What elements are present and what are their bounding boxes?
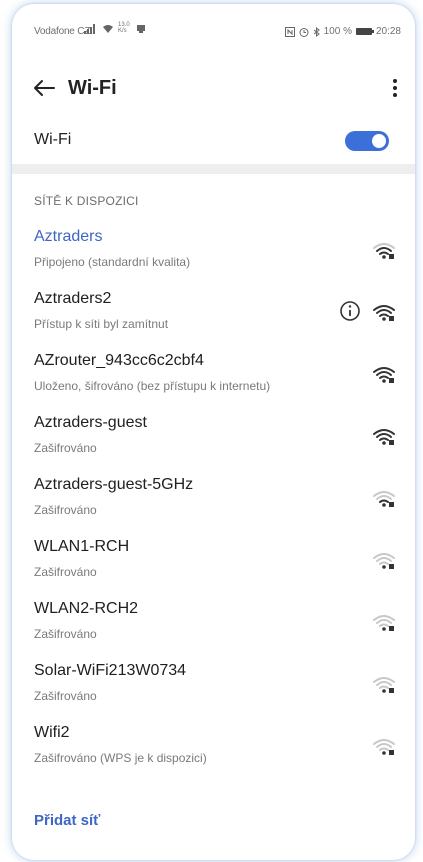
- network-item[interactable]: Solar-WiFi213W0734 Zašifrováno: [12, 656, 415, 718]
- wifi-signal-icon: [373, 428, 395, 446]
- network-item[interactable]: Aztraders-guest Zašifrováno: [12, 408, 415, 470]
- carrier-icons: 13.0 K/s: [84, 22, 146, 34]
- available-networks-header: SÍTĚ K DISPOZICI: [34, 194, 139, 208]
- wifi-signal-icon: [373, 676, 395, 694]
- clock: 20:28: [375, 26, 401, 37]
- alarm-icon: [299, 27, 309, 37]
- more-options-button[interactable]: [381, 68, 409, 108]
- wifi-status-icon: [103, 25, 113, 33]
- network-name: Aztraders-guest-5GHz: [34, 476, 194, 493]
- network-status: Připojeno (standardní kvalita): [34, 255, 191, 269]
- notification-icon: [137, 25, 145, 33]
- wifi-signal-icon: [373, 242, 395, 260]
- wifi-toggle-row[interactable]: Wi-Fi: [12, 116, 415, 164]
- network-name: Solar-WiFi213W0734: [34, 662, 187, 679]
- switch-knob: [372, 134, 386, 148]
- network-name: Aztraders2: [34, 290, 112, 307]
- status-bar: Vodafone CZ 13.0 K/s 100 % 20:28: [12, 4, 415, 60]
- network-item[interactable]: AZrouter_943cc6c2cbf4 Uloženo, šifrováno …: [12, 346, 415, 408]
- back-button[interactable]: [24, 68, 64, 108]
- bluetooth-icon: [313, 26, 320, 37]
- battery-icon: [355, 28, 374, 35]
- network-status: Zašifrováno: [34, 503, 97, 517]
- wifi-toggle-label: Wi-Fi: [34, 131, 72, 148]
- network-item[interactable]: Aztraders-guest-5GHz Zašifrováno: [12, 470, 415, 532]
- network-item[interactable]: WLAN2-RCH2 Zašifrováno: [12, 594, 415, 656]
- network-status: Zašifrováno: [34, 689, 97, 703]
- network-name: WLAN1-RCH: [34, 538, 130, 555]
- nfc-icon: [284, 26, 295, 37]
- battery-percentage: 100 %: [323, 26, 352, 37]
- section-divider: [12, 164, 415, 174]
- network-status: Zašifrováno: [34, 565, 97, 579]
- page-title: Wi-Fi: [68, 77, 117, 99]
- network-speed: 13.0 K/s: [118, 22, 130, 34]
- network-name: AZrouter_943cc6c2cbf4: [34, 352, 204, 369]
- network-item[interactable]: WLAN1-RCH Zašifrováno: [12, 532, 415, 594]
- signal-strength-icon: [84, 24, 95, 34]
- network-item[interactable]: Aztraders2 Přístup k síti byl zamítnut: [12, 284, 415, 346]
- wifi-switch[interactable]: [345, 131, 389, 151]
- network-name: Aztraders-guest: [34, 414, 147, 431]
- wifi-signal-icon: [373, 366, 395, 384]
- wifi-signal-icon: [373, 304, 395, 322]
- network-status: Zašifrováno: [34, 441, 97, 455]
- network-status: Zašifrováno (WPS je k dispozici): [34, 751, 207, 765]
- network-item[interactable]: Aztraders Připojeno (standardní kvalita): [12, 222, 415, 284]
- wifi-signal-icon: [373, 614, 395, 632]
- network-name: WLAN2-RCH2: [34, 600, 139, 617]
- status-right: 100 % 20:28: [284, 26, 401, 37]
- more-vert-icon: [393, 79, 397, 97]
- network-status: Přístup k síti byl zamítnut: [34, 317, 169, 331]
- network-status: Zašifrováno: [34, 627, 97, 641]
- network-status: Uloženo, šifrováno (bez přístupu k inter…: [34, 379, 271, 393]
- app-bar: Wi-Fi: [12, 60, 415, 116]
- wifi-signal-icon: [373, 738, 395, 756]
- network-item[interactable]: Wifi2 Zašifrováno (WPS je k dispozici): [12, 718, 415, 780]
- phone-screen: Vodafone CZ 13.0 K/s 100 % 20:28 Wi-Fi W…: [12, 4, 415, 860]
- screenshot-frame: Vodafone CZ 13.0 K/s 100 % 20:28 Wi-Fi W…: [0, 0, 423, 862]
- network-name: Aztraders: [34, 228, 103, 245]
- wifi-signal-icon: [373, 552, 395, 570]
- network-list: Aztraders Připojeno (standardní kvalita) A…: [12, 222, 415, 780]
- info-icon[interactable]: [339, 300, 361, 322]
- network-name: Wifi2: [34, 724, 70, 741]
- add-network-button[interactable]: Přidat síť: [34, 812, 100, 829]
- wifi-signal-icon: [373, 490, 395, 508]
- arrow-left-icon: [34, 80, 55, 96]
- carrier-name: Vodafone CZ: [34, 26, 91, 37]
